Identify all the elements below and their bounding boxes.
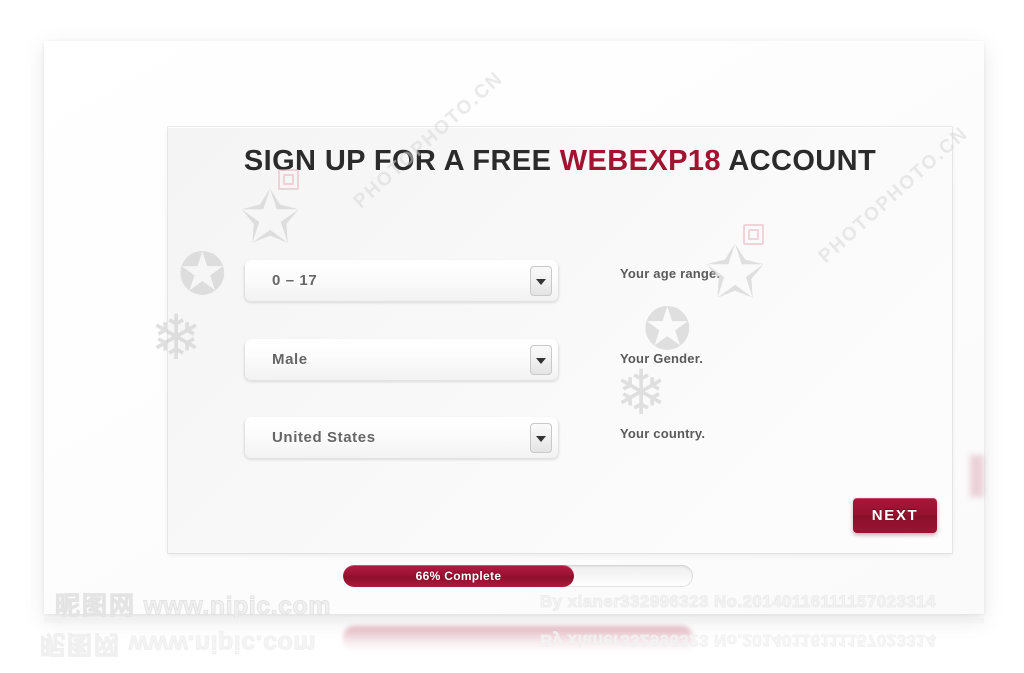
chevron-down-icon[interactable] [530,266,552,296]
reflection-progress-bar [343,626,693,652]
reflection-nipic-watermark: 昵图网 www.nipic.com [40,628,317,664]
form-row-gender: Male Your Gender. [168,339,952,383]
chevron-down-icon[interactable] [530,345,552,375]
age-range-label: Your age range. [620,266,721,281]
watermark-figure-icon: ✩ [240,175,301,259]
page-title: SIGN UP FOR A FREE WEBEXP18 ACCOUNT [168,145,952,178]
page-title-prefix: SIGN UP FOR A FREE [243,145,560,177]
watermark-seal-icon [743,224,764,245]
reflection-credit-watermark: By xianer332996323 No.201401161111570233… [540,631,937,651]
form-row-age-range: 0 – 17 Your age range. [168,260,952,304]
gender-value: Male [272,351,308,368]
reflection-edge [44,618,984,625]
country-label: Your country. [620,426,706,441]
page-title-suffix: ACCOUNT [720,145,877,177]
age-range-value: 0 – 17 [272,272,318,289]
photophoto-watermark-text: PHOTOPHOTO.CN [350,67,508,213]
gender-select[interactable]: Male [244,339,559,381]
gender-label: Your Gender. [620,351,704,366]
progress-bar-label: 66% Complete [415,569,502,583]
form-row-country: United States Your country. [168,417,952,461]
reflection-nipic-cn: 昵图网 [40,630,122,660]
age-range-select[interactable]: 0 – 17 [244,260,559,302]
reflection-nipic-url: www.nipic.com [128,630,317,659]
outer-card-frame: SIGN UP FOR A FREE WEBEXP18 ACCOUNT 0 – … [44,41,984,614]
progress-bar[interactable]: 66% Complete [343,565,693,587]
next-button[interactable]: NEXT [853,498,937,533]
chevron-down-icon[interactable] [530,423,552,453]
bottom-reflection: 昵图网 www.nipic.com By xianer332996323 No.… [0,618,1024,673]
country-select[interactable]: United States [244,417,559,459]
country-value: United States [272,429,376,446]
screenshot-stage: SIGN UP FOR A FREE WEBEXP18 ACCOUNT 0 – … [0,0,1024,673]
next-button-label: NEXT [871,507,919,524]
signup-panel: SIGN UP FOR A FREE WEBEXP18 ACCOUNT 0 – … [150,68,973,553]
brand-name: WEBEXP18 [559,145,721,177]
